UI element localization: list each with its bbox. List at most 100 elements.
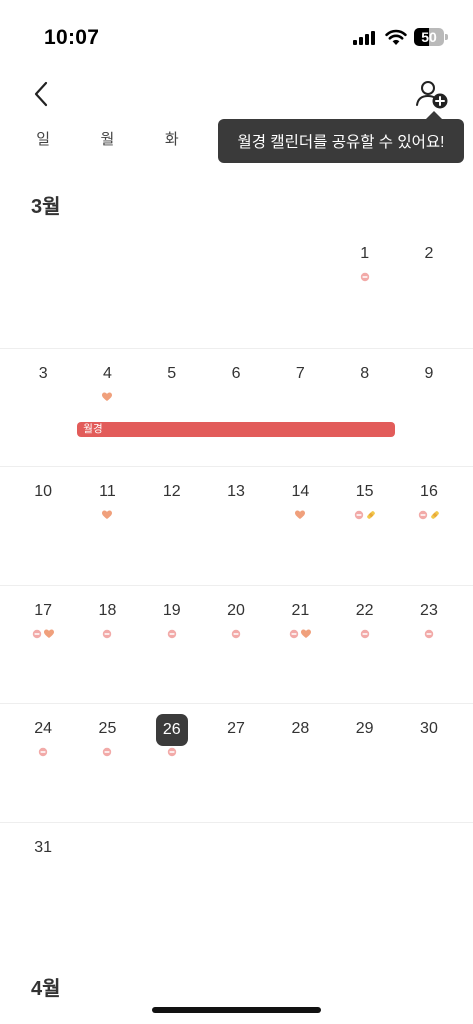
day-number: 9: [424, 364, 434, 382]
day-number: 10: [34, 483, 53, 500]
day-cell-24[interactable]: 24: [11, 704, 75, 822]
empty-day-cell: [75, 823, 139, 941]
day-markers: [75, 628, 139, 640]
day-number: 5: [167, 364, 177, 382]
day-cell-18[interactable]: 18: [75, 586, 139, 704]
battery-icon: 50: [414, 28, 448, 46]
heart-icon: [102, 510, 113, 519]
pill-icon: [167, 747, 176, 757]
day-number: 8: [360, 364, 370, 382]
day-number: 25: [98, 720, 117, 737]
day-markers: [11, 746, 75, 758]
add-person-icon: [416, 81, 448, 109]
day-cell-28[interactable]: 28: [268, 704, 332, 822]
day-number: 30: [420, 720, 438, 737]
empty-day-cell: [268, 229, 332, 347]
day-cell-10[interactable]: 10: [11, 467, 75, 585]
weekday-sun: 일: [36, 131, 51, 148]
heart-icon: [295, 510, 306, 519]
day-number: 15: [355, 483, 374, 500]
week-row: 31: [0, 821, 473, 941]
day-number: 18: [98, 601, 117, 619]
day-cell-7[interactable]: 7: [268, 349, 332, 467]
day-cell-17[interactable]: 17: [11, 586, 75, 704]
day-number: 4: [102, 364, 112, 382]
day-cell-26[interactable]: 26: [140, 704, 204, 822]
empty-day-cell: [140, 229, 204, 347]
day-number: 17: [34, 601, 53, 619]
day-markers: [75, 746, 139, 758]
day-markers: [268, 628, 332, 640]
battery-percent: 50: [421, 29, 437, 45]
pill-icon: [360, 629, 369, 638]
day-markers: [397, 509, 461, 521]
period-bar[interactable]: 월경: [77, 421, 395, 437]
day-cell-9[interactable]: 9: [397, 349, 461, 467]
pill-icon: [231, 629, 241, 638]
day-number: 23: [420, 601, 438, 619]
heart-icon: [44, 629, 55, 638]
day-cell-14[interactable]: 14: [268, 467, 332, 585]
pill-icon: [103, 629, 112, 638]
day-cell-11[interactable]: 11: [75, 467, 139, 585]
day-number: 22: [355, 601, 374, 619]
day-cell-21[interactable]: 21: [268, 586, 332, 704]
day-number: 11: [99, 483, 116, 500]
day-cell-12[interactable]: 12: [140, 467, 204, 585]
share-calendar-button[interactable]: [414, 78, 450, 112]
day-cell-27[interactable]: 27: [204, 704, 268, 822]
pill-icon: [354, 510, 363, 520]
day-markers: [75, 391, 139, 403]
home-indicator: [152, 1007, 321, 1013]
day-markers: [11, 628, 75, 640]
back-button[interactable]: [26, 78, 56, 110]
day-cell-6[interactable]: 6: [204, 349, 268, 467]
day-cell-31[interactable]: 31: [11, 823, 75, 941]
day-number: 19: [162, 601, 181, 619]
week-row: 12: [0, 229, 473, 347]
empty-day-cell: [268, 823, 332, 941]
day-cell-2[interactable]: 2: [397, 229, 461, 347]
pill-icon: [290, 629, 299, 638]
empty-day-cell: [204, 823, 268, 941]
day-markers: [140, 628, 204, 640]
heart-icon: [301, 629, 312, 638]
day-markers: [333, 509, 397, 521]
pill-icon: [38, 747, 48, 757]
day-number: 24: [34, 720, 53, 737]
day-cell-30[interactable]: 30: [397, 704, 461, 822]
day-cell-19[interactable]: 19: [140, 586, 204, 704]
day-markers: [140, 746, 204, 758]
day-number: 3: [38, 364, 48, 382]
day-cell-3[interactable]: 3: [11, 349, 75, 467]
day-markers: [333, 628, 397, 640]
day-cell-15[interactable]: 15: [333, 467, 397, 585]
day-number: 7: [295, 364, 305, 382]
bandage-icon: [366, 511, 375, 519]
day-cell-20[interactable]: 20: [204, 586, 268, 704]
status-time: 10:07: [44, 26, 100, 49]
empty-day-cell: [140, 823, 204, 941]
pill-icon: [103, 747, 112, 757]
day-cell-16[interactable]: 16: [397, 467, 461, 585]
day-cell-13[interactable]: 13: [204, 467, 268, 585]
empty-day-cell: [75, 229, 139, 347]
pill-icon: [32, 629, 42, 638]
day-number: 13: [227, 483, 245, 500]
day-number: 27: [227, 720, 245, 737]
day-cell-23[interactable]: 23: [397, 586, 461, 704]
day-cell-1[interactable]: 1: [333, 229, 397, 347]
wifi-icon: [385, 29, 407, 45]
day-cell-4[interactable]: 4: [75, 349, 139, 467]
month-title: 3월: [31, 196, 61, 218]
day-cell-25[interactable]: 25: [75, 704, 139, 822]
weekday-mon: 월: [100, 131, 115, 148]
day-cell-5[interactable]: 5: [140, 349, 204, 467]
pill-icon: [167, 629, 176, 638]
heart-icon: [102, 392, 113, 401]
today-date: 26: [155, 714, 188, 746]
day-cell-29[interactable]: 29: [333, 704, 397, 822]
week-row: 17 18 19 20 21 22 23: [0, 584, 473, 704]
day-cell-8[interactable]: 8: [333, 349, 397, 467]
day-cell-22[interactable]: 22: [333, 586, 397, 704]
